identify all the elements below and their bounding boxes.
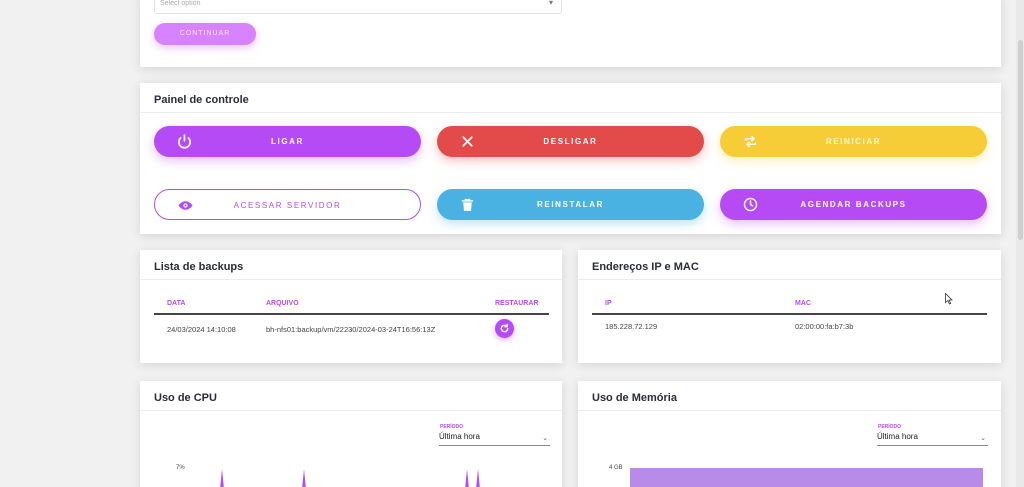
memory-period-select[interactable]: Última hora ⌄ — [877, 432, 988, 446]
restore-button[interactable] — [495, 319, 514, 338]
period-label: PERÍODO — [440, 424, 464, 430]
backups-title: Lista de backups — [154, 261, 244, 273]
select-placeholder: Select option — [160, 0, 201, 7]
button-label: REINSTALAR — [537, 200, 604, 209]
cpu-usage-card: Uso de CPU PERÍODO Última hora ⌄ 7% — [140, 381, 562, 487]
cpu-spike — [302, 469, 306, 487]
reinstall-button[interactable]: REINSTALAR — [437, 189, 704, 220]
memory-title: Uso de Memória — [592, 392, 677, 404]
chevron-down-icon: ▾ — [548, 0, 553, 7]
column-header-restore: RESTAURAR — [495, 300, 539, 307]
top-form-card: Select option ▾ CONTINUAR — [140, 0, 1001, 67]
button-label: DESLIGAR — [543, 137, 598, 146]
button-label: ACESSAR SERVIDOR — [233, 201, 342, 210]
option-select[interactable]: Select option ▾ — [154, 0, 562, 14]
control-panel-card: Painel de controle LIGAR DESLIGAR REINIC… — [140, 83, 1001, 234]
addresses-card: Endereços IP e MAC IP MAC 185.228.72.129… — [578, 250, 1001, 363]
restore-icon — [500, 323, 509, 333]
memory-area — [630, 468, 983, 487]
scrollbar-thumb[interactable] — [1018, 40, 1023, 240]
cpu-spike — [465, 469, 469, 487]
column-header-ip: IP — [605, 300, 612, 307]
table-header-divider — [154, 313, 549, 315]
restart-button[interactable]: REINICIAR — [720, 126, 987, 157]
power-on-button[interactable]: LIGAR — [154, 126, 421, 157]
continue-button[interactable]: CONTINUAR — [154, 23, 256, 45]
button-label: AGENDAR BACKUPS — [800, 200, 907, 209]
cpu-period-select[interactable]: Última hora ⌄ — [439, 432, 550, 446]
card-header — [140, 83, 1001, 113]
chevron-down-icon: ⌄ — [542, 435, 548, 442]
y-axis-tick: 7% — [176, 465, 185, 471]
cpu-spike — [476, 469, 480, 487]
column-header-mac: MAC — [795, 300, 811, 307]
backup-file: bh-nfs01:backup/vm/22230/2024-03-24T16:5… — [266, 325, 436, 334]
addresses-title: Endereços IP e MAC — [592, 261, 699, 273]
column-header-file: ARQUIVO — [266, 300, 299, 307]
cpu-title: Uso de CPU — [154, 392, 217, 404]
backups-card: Lista de backups DATA ARQUIVO RESTAURAR … — [140, 250, 562, 363]
panel-title: Painel de controle — [154, 94, 249, 106]
schedule-backups-button[interactable]: AGENDAR BACKUPS — [720, 189, 987, 220]
chevron-down-icon: ⌄ — [980, 435, 986, 442]
memory-usage-card: Uso de Memória PERÍODO Última hora ⌄ 4 G… — [578, 381, 1001, 487]
power-off-button[interactable]: DESLIGAR — [437, 126, 704, 157]
period-label: PERÍODO — [878, 424, 902, 430]
ip-address: 185.228.72.129 — [605, 322, 658, 331]
mouse-cursor-icon — [945, 293, 953, 305]
column-header-date: DATA — [167, 300, 186, 307]
button-label: LIGAR — [271, 137, 304, 146]
backup-date: 24/03/2024 14:10:08 — [167, 325, 236, 334]
access-server-button[interactable]: ACESSAR SERVIDOR — [154, 189, 421, 220]
y-axis-tick: 4 GB — [609, 465, 623, 471]
mac-address: 02:00:00:fa:b7:3b — [795, 322, 854, 331]
period-value: Última hora — [439, 432, 480, 441]
period-value: Última hora — [877, 432, 918, 441]
button-label: REINICIAR — [825, 137, 882, 146]
cpu-spike — [220, 469, 224, 487]
table-header-divider — [592, 313, 987, 315]
